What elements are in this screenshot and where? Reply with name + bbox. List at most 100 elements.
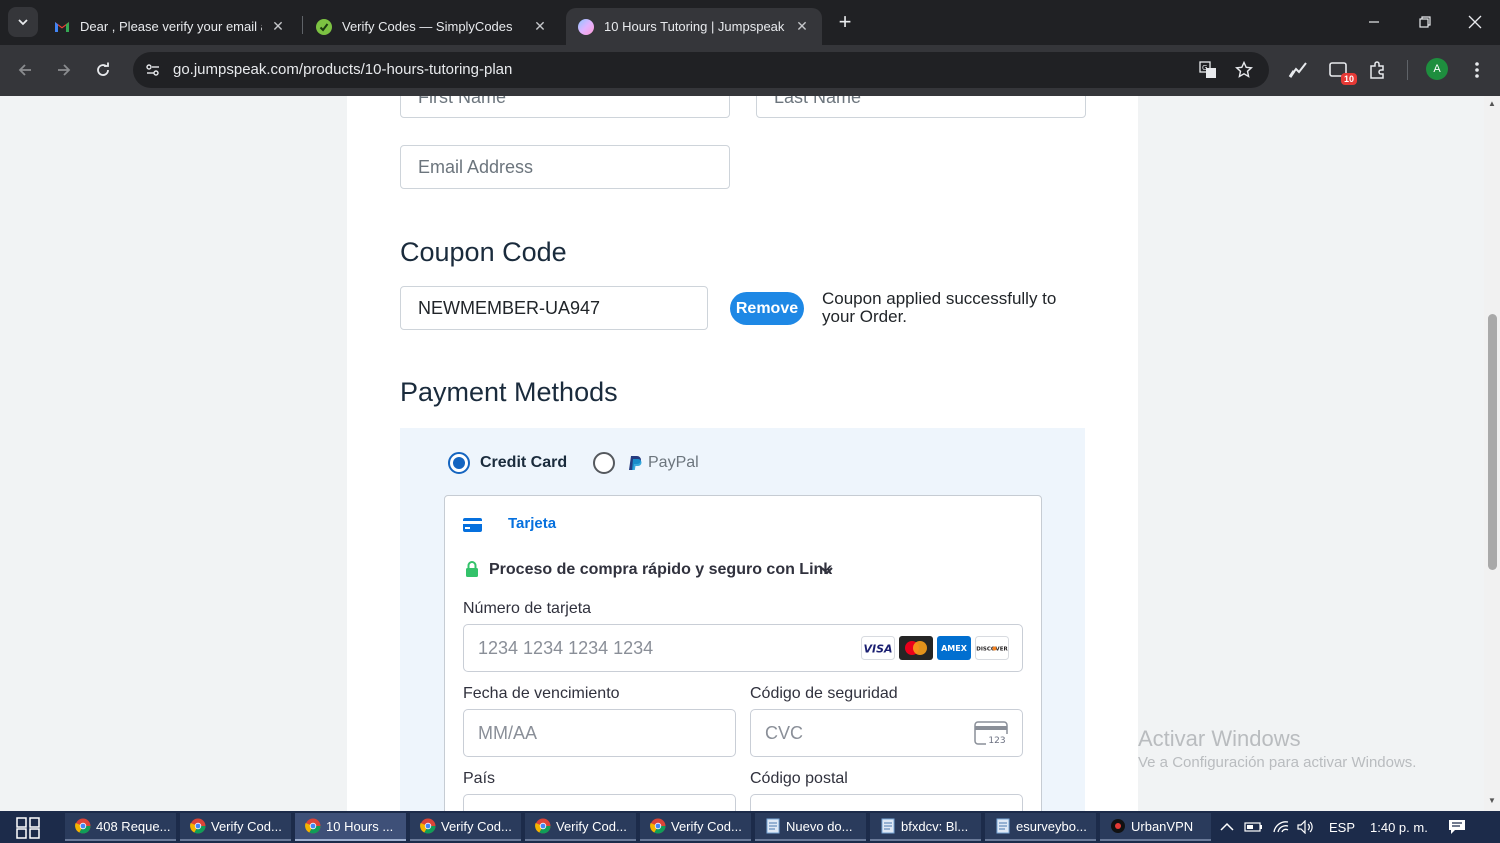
scroll-down-arrow[interactable]: ▼ [1488,797,1496,805]
more-menu-icon[interactable] [1464,57,1490,83]
browser-toolbar: go.jumpspeak.com/products/10-hours-tutor… [0,45,1500,96]
taskbar-item[interactable]: 408 Reque... [65,813,176,841]
link-checkout-prompt[interactable]: Proceso de compra rápido y seguro con Li… [489,561,832,579]
taskbar-item[interactable]: bfxdcv: Bl... [870,813,981,841]
close-icon[interactable]: ✕ [270,18,286,35]
scrollbar-thumb[interactable] [1488,314,1497,570]
amex-text: AMEX [941,644,968,653]
tarjeta-tab[interactable]: Tarjeta [508,515,556,532]
url-text: go.jumpspeak.com/products/10-hours-tutor… [173,61,513,78]
forward-button[interactable] [52,58,76,82]
taskbar-item-label: 408 Reque... [96,818,171,834]
translate-icon[interactable]: G [1196,58,1220,82]
chrome-icon [190,818,206,834]
taskbar-item-label: Verify Cod... [441,818,512,834]
email-field[interactable]: Email Address [400,145,730,189]
card-number-label: Número de tarjeta [463,600,592,617]
paypal-radio[interactable] [593,452,615,474]
address-bar[interactable]: go.jumpspeak.com/products/10-hours-tutor… [133,52,1269,88]
taskbar-item[interactable]: esurveybo... [985,813,1096,841]
taskbar-item-label: esurveybo... [1016,818,1087,834]
language-indicator[interactable]: ESP [1329,811,1355,843]
close-icon[interactable]: ✕ [794,18,810,35]
tab-simplycodes[interactable]: Verify Codes — SimplyCodes ✕ [304,8,560,45]
restore-button[interactable] [1413,10,1437,34]
expiry-input[interactable]: MM/AA [463,709,736,757]
windows-activation-subtitle: Ve a Configuración para activar Windows. [1138,754,1417,771]
back-button[interactable] [13,58,37,82]
task-view-icon[interactable] [16,817,40,839]
extension-pen-icon[interactable] [1285,57,1311,83]
extension-badge-icon[interactable]: 10 [1325,57,1357,85]
taskbar-item[interactable]: Verify Cod... [180,813,291,841]
bookmark-star-icon[interactable] [1232,58,1256,82]
volume-icon[interactable] [1297,811,1317,843]
taskbar-item-label: Verify Cod... [556,818,627,834]
notification-icon[interactable] [1448,811,1466,843]
cvc-placeholder: CVC [765,722,804,743]
taskbar-item-label: bfxdcv: Bl... [901,818,969,834]
taskbar-item[interactable]: Nuevo do... [755,813,866,841]
chrome-icon [305,818,321,834]
lock-icon [466,561,478,577]
arrow-left-icon [18,64,31,76]
tray-expand-icon[interactable] [1220,811,1234,843]
chevron-down-icon[interactable] [821,567,833,575]
toolbar-divider [1407,60,1408,80]
chrome-icon [535,818,551,834]
country-select[interactable] [463,794,736,811]
taskbar-item[interactable]: Verify Cod... [525,813,636,841]
paypal-label[interactable]: PayPal [648,454,699,472]
amex-icon: AMEX [937,636,971,660]
page-viewport: First Name Last Name Email Address Coupo… [0,96,1484,811]
new-tab-button[interactable]: + [834,11,856,33]
cvc-label: Código de seguridad [750,685,898,702]
close-icon[interactable]: ✕ [532,18,548,35]
postal-code-input[interactable] [750,794,1023,811]
payment-heading: Payment Methods [400,377,618,407]
expiry-placeholder: MM/AA [478,722,538,743]
tab-jumpspeak[interactable]: 10 Hours Tutoring | Jumpspeak ✕ [566,8,822,45]
page-scrollbar[interactable]: ▲ ▼ [1484,96,1500,811]
taskbar-item-label: 10 Hours ... [326,818,394,834]
discover-icon: DISCOVER [975,636,1009,660]
country-label: País [463,770,496,787]
taskbar-item[interactable]: 10 Hours ... [295,813,406,841]
remove-coupon-button[interactable]: Remove [730,292,804,325]
last-name-field[interactable]: Last Name [756,96,1086,118]
first-name-field[interactable]: First Name [400,96,730,118]
checkout-page: First Name Last Name Email Address Coupo… [347,96,1138,811]
svg-text:G: G [1202,64,1207,72]
profile-avatar[interactable]: A [1426,58,1448,80]
urbanvpn-icon [1111,819,1125,833]
clock[interactable]: 1:40 p. m. [1370,811,1428,843]
tab-gmail[interactable]: Dear , Please verify your email a ✕ [42,8,298,45]
taskbar-item[interactable]: UrbanVPN [1100,813,1211,841]
close-icon [1468,15,1482,29]
site-info-icon[interactable] [141,58,165,82]
windows-activation-title: Activar Windows [1138,726,1301,751]
coupon-input[interactable]: NEWMEMBER-UA947 [400,286,708,330]
credit-card-label[interactable]: Credit Card [480,454,567,472]
reload-button[interactable] [91,58,115,82]
battery-icon[interactable] [1244,811,1264,843]
chrome-icon [75,818,91,834]
tab-search-button[interactable] [8,7,38,37]
card-payment-panel: Tarjeta Proceso de compra rápido y segur… [444,495,1042,811]
taskbar-item[interactable]: Verify Cod... [640,813,751,841]
taskbar-item-label: Nuevo do... [786,818,853,834]
credit-card-radio[interactable] [448,452,470,474]
scroll-up-arrow[interactable]: ▲ [1488,100,1496,108]
wifi-icon[interactable] [1272,811,1290,843]
extensions-puzzle-icon[interactable] [1365,57,1391,83]
minimize-button[interactable] [1362,10,1386,34]
taskbar-item[interactable]: Verify Cod... [410,813,521,841]
cvc-card-icon: 123 [974,721,1008,746]
visa-text: VISA [863,643,892,656]
cvc-icon-text: 123 [988,736,1005,746]
simplycodes-icon [316,18,332,35]
close-window-button[interactable] [1463,10,1487,34]
paypal-icon [629,456,642,470]
tab-separator [302,16,303,34]
mastercard-icon [899,636,933,660]
